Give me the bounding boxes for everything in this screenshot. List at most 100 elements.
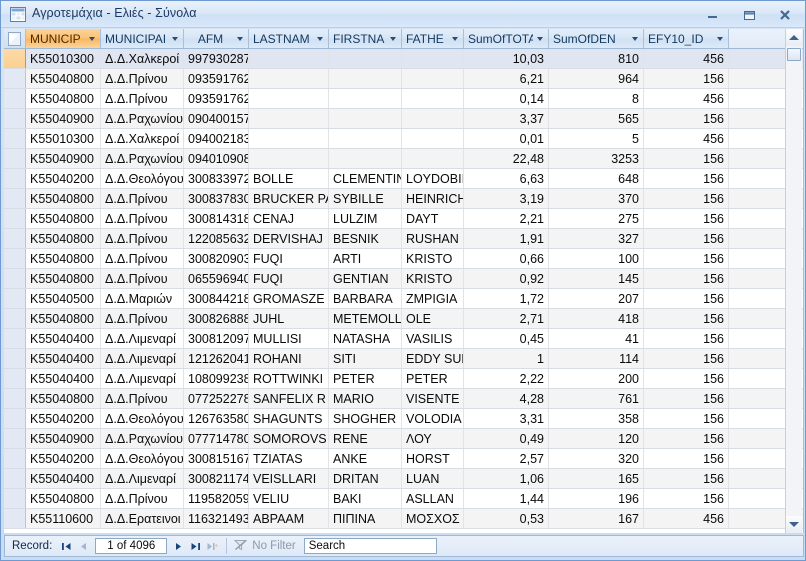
table-row[interactable]: K55040800 Δ.Δ.Πρίνου 119582059 VELIU BAKI ASL… — [4, 489, 803, 509]
cell-municip[interactable]: K55040800 — [26, 89, 101, 108]
cell-sum-den[interactable]: 114 — [549, 349, 644, 368]
cell-efy10-id[interactable]: 156 — [644, 209, 729, 228]
row-selector[interactable] — [4, 389, 26, 408]
cell-efy10-id[interactable]: 156 — [644, 249, 729, 268]
row-selector[interactable] — [4, 429, 26, 448]
go-previous-icon[interactable] — [75, 536, 92, 556]
row-selector[interactable] — [4, 49, 26, 68]
cell-efy10-id[interactable]: 456 — [644, 89, 729, 108]
cell-municipal[interactable]: Δ.Δ.Μαριών — [101, 289, 184, 308]
cell-father[interactable]: HEINRICH — [402, 189, 464, 208]
table-row[interactable]: K55040400 Δ.Δ.Λιμεναρί 300821174 VEISLLARI D… — [4, 469, 803, 489]
cell-municipal[interactable]: Δ.Δ.Χαλκεροί — [101, 49, 184, 68]
cell-sum-den[interactable]: 145 — [549, 269, 644, 288]
cell-sum-den[interactable]: 120 — [549, 429, 644, 448]
cell-sum-total[interactable]: 1,06 — [464, 469, 549, 488]
cell-sum-total[interactable]: 6,63 — [464, 169, 549, 188]
row-selector[interactable] — [4, 209, 26, 228]
cell-municip[interactable]: K55040900 — [26, 429, 101, 448]
cell-firstname[interactable]: NATASHA — [329, 329, 402, 348]
row-selector[interactable] — [4, 409, 26, 428]
cell-afm[interactable]: 077714780 — [184, 429, 249, 448]
cell-afm[interactable]: 300814318 — [184, 209, 249, 228]
row-selector[interactable] — [4, 329, 26, 348]
cell-municip[interactable]: K55040800 — [26, 389, 101, 408]
column-header-sumofden[interactable]: SumOfDEN — [549, 29, 644, 48]
cell-municip[interactable]: K55040800 — [26, 269, 101, 288]
row-selector[interactable] — [4, 469, 26, 488]
cell-father[interactable]: ΜΟΣΧΟΣ — [402, 509, 464, 528]
select-all-corner[interactable] — [4, 29, 26, 48]
row-selector[interactable] — [4, 189, 26, 208]
chevron-down-icon[interactable] — [533, 36, 548, 41]
cell-afm[interactable]: 065596940 — [184, 269, 249, 288]
table-row[interactable]: K55040800 Δ.Δ.Πρίνου 300837830 BRUCKER PA SY… — [4, 189, 803, 209]
table-row[interactable]: K55040800 Δ.Δ.Πρίνου 093591762 0,14 8 456 — [4, 89, 803, 109]
cell-sum-den[interactable]: 810 — [549, 49, 644, 68]
cell-sum-total[interactable]: 0,92 — [464, 269, 549, 288]
cell-firstname[interactable]: BARBARA — [329, 289, 402, 308]
cell-efy10-id[interactable]: 456 — [644, 129, 729, 148]
cell-sum-total[interactable]: 0,45 — [464, 329, 549, 348]
cell-municip[interactable]: K55010300 — [26, 49, 101, 68]
cell-father[interactable] — [402, 89, 464, 108]
cell-lastname[interactable]: SOMOROVS — [249, 429, 329, 448]
cell-municip[interactable]: K55040400 — [26, 469, 101, 488]
cell-lastname[interactable]: FUQI — [249, 269, 329, 288]
datasheet-grid[interactable]: MUNICIP MUNICIPAI AFM LASTNAM FIRSTNA FATHE Su… — [4, 29, 804, 533]
cell-firstname[interactable]: ARTI — [329, 249, 402, 268]
cell-sum-total[interactable]: 6,21 — [464, 69, 549, 88]
cell-firstname[interactable] — [329, 49, 402, 68]
cell-sum-den[interactable]: 275 — [549, 209, 644, 228]
cell-municipal[interactable]: Δ.Δ.Πρίνου — [101, 269, 184, 288]
cell-sum-total[interactable]: 2,21 — [464, 209, 549, 228]
cell-lastname[interactable]: GROMASZE — [249, 289, 329, 308]
cell-lastname[interactable]: VELIU — [249, 489, 329, 508]
chevron-down-icon[interactable] — [168, 36, 183, 41]
cell-sum-den[interactable]: 207 — [549, 289, 644, 308]
chevron-down-icon[interactable] — [313, 36, 328, 41]
cell-father[interactable]: VISENTE — [402, 389, 464, 408]
cell-afm[interactable]: 090400157 — [184, 109, 249, 128]
cell-firstname[interactable]: SYBILLE — [329, 189, 402, 208]
cell-sum-total[interactable]: 1,91 — [464, 229, 549, 248]
cell-firstname[interactable] — [329, 149, 402, 168]
cell-efy10-id[interactable]: 156 — [644, 269, 729, 288]
cell-municip[interactable]: K55040800 — [26, 69, 101, 88]
cell-firstname[interactable] — [329, 109, 402, 128]
cell-father[interactable]: PETER — [402, 369, 464, 388]
cell-efy10-id[interactable]: 156 — [644, 409, 729, 428]
close-button[interactable] — [767, 4, 803, 26]
cell-afm[interactable]: 077252278 — [184, 389, 249, 408]
cell-lastname[interactable]: CENAJ — [249, 209, 329, 228]
vertical-scrollbar[interactable] — [785, 29, 802, 533]
cell-sum-total[interactable]: 3,37 — [464, 109, 549, 128]
cell-efy10-id[interactable]: 156 — [644, 349, 729, 368]
cell-efy10-id[interactable]: 156 — [644, 169, 729, 188]
cell-efy10-id[interactable]: 156 — [644, 469, 729, 488]
restore-button[interactable] — [731, 4, 767, 26]
cell-father[interactable]: ZMPIGIA — [402, 289, 464, 308]
cell-father[interactable]: VOLODIA — [402, 409, 464, 428]
table-row[interactable]: K55040200 Δ.Δ.Θεολόγου 300815167 TZIATAS ANK… — [4, 449, 803, 469]
cell-sum-total[interactable]: 1,72 — [464, 289, 549, 308]
cell-firstname[interactable]: RENE — [329, 429, 402, 448]
cell-municipal[interactable]: Δ.Δ.Λιμεναρί — [101, 329, 184, 348]
cell-municip[interactable]: K55040500 — [26, 289, 101, 308]
row-selector[interactable] — [4, 229, 26, 248]
table-row[interactable]: K55040200 Δ.Δ.Θεολόγου 126763580 SHAGUNTS SH… — [4, 409, 803, 429]
cell-sum-den[interactable]: 761 — [549, 389, 644, 408]
cell-sum-den[interactable]: 358 — [549, 409, 644, 428]
search-input[interactable]: Search — [303, 538, 437, 554]
row-selector[interactable] — [4, 129, 26, 148]
cell-municip[interactable]: K55040800 — [26, 209, 101, 228]
cell-father[interactable]: KRISTO — [402, 269, 464, 288]
cell-afm[interactable]: 094010908 — [184, 149, 249, 168]
cell-sum-den[interactable]: 565 — [549, 109, 644, 128]
table-row[interactable]: K55040400 Δ.Δ.Λιμεναρί 300812097 MULLISI NAT… — [4, 329, 803, 349]
cell-lastname[interactable]: VEISLLARI — [249, 469, 329, 488]
chevron-down-icon[interactable] — [85, 36, 100, 41]
table-row[interactable]: K55010300 Δ.Δ.Χαλκεροί 997930287 10,03 810 45… — [4, 49, 803, 69]
cell-afm[interactable]: 122085632 — [184, 229, 249, 248]
table-row[interactable]: K55040200 Δ.Δ.Θεολόγου 300833972 BOLLE CLEME… — [4, 169, 803, 189]
